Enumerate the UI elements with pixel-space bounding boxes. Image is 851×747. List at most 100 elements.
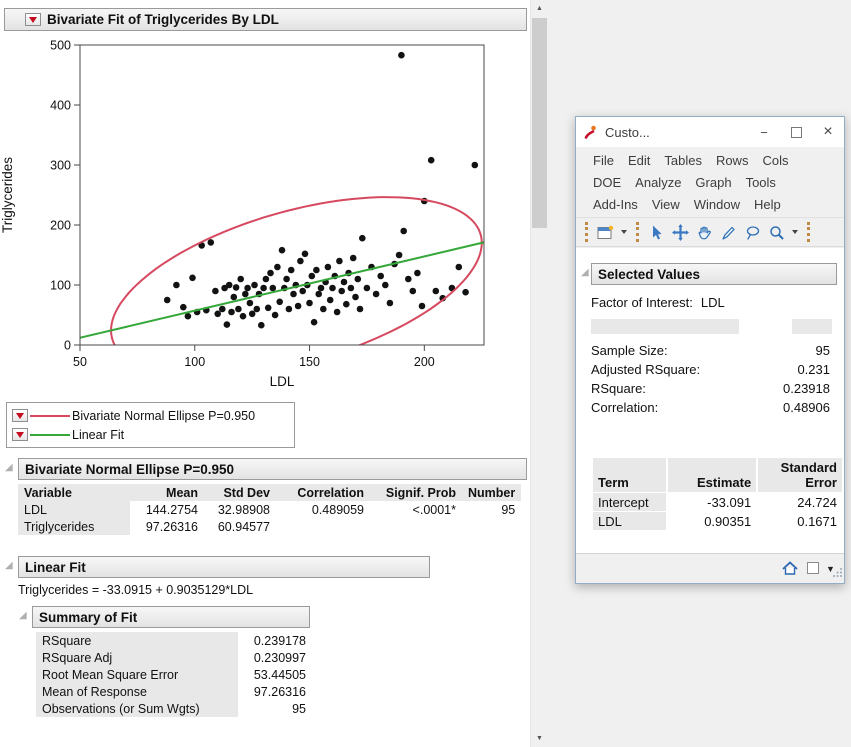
data-point[interactable] [433, 288, 440, 295]
data-point[interactable] [325, 264, 332, 271]
data-point[interactable] [318, 285, 325, 292]
window-title-bar[interactable]: Custo... − × [576, 117, 844, 147]
data-point[interactable] [336, 258, 343, 265]
data-point[interactable] [164, 297, 171, 304]
data-point[interactable] [350, 255, 357, 262]
grabber-hand-tool-icon[interactable] [694, 222, 714, 242]
data-point[interactable] [265, 305, 272, 312]
data-point[interactable] [244, 285, 251, 292]
toolbar-grip[interactable] [807, 222, 810, 242]
disclosure-triangle-icon[interactable]: ◢ [19, 611, 27, 621]
menu-window[interactable]: Window [687, 197, 747, 212]
new-window-icon[interactable] [595, 222, 615, 242]
data-point[interactable] [251, 282, 258, 289]
data-point[interactable] [290, 291, 297, 298]
data-point[interactable] [377, 273, 384, 280]
data-point[interactable] [219, 306, 226, 313]
home-icon[interactable] [782, 560, 798, 581]
data-point[interactable] [249, 311, 256, 318]
menu-cols[interactable]: Cols [755, 153, 795, 168]
data-point[interactable] [231, 294, 238, 301]
resize-grip-icon[interactable] [833, 564, 843, 582]
data-point[interactable] [334, 309, 341, 316]
data-point[interactable] [237, 276, 244, 283]
data-point[interactable] [258, 322, 265, 329]
lasso-tool-icon[interactable] [742, 222, 762, 242]
data-point[interactable] [267, 270, 274, 277]
data-point[interactable] [472, 162, 479, 169]
data-point[interactable] [288, 267, 295, 274]
move-tool-icon[interactable] [670, 222, 690, 242]
data-point[interactable] [247, 300, 254, 307]
data-point[interactable] [313, 267, 320, 274]
data-point[interactable] [414, 270, 421, 277]
data-point[interactable] [295, 303, 302, 310]
scroll-thumb[interactable] [532, 18, 547, 228]
data-point[interactable] [357, 306, 364, 313]
data-point[interactable] [320, 306, 327, 313]
menu-help[interactable]: Help [747, 197, 788, 212]
selected-values-bar[interactable]: Selected Values [591, 263, 837, 285]
data-point[interactable] [286, 306, 293, 313]
data-point[interactable] [224, 321, 231, 328]
data-point[interactable] [299, 288, 306, 295]
data-point[interactable] [272, 312, 279, 319]
data-point[interactable] [348, 285, 355, 292]
scroll-up-button[interactable]: ▲ [531, 0, 548, 17]
report-title-bar[interactable]: Bivariate Fit of Triglycerides By LDL [4, 8, 527, 31]
red-triangle-menu-button[interactable] [12, 428, 28, 441]
data-point[interactable] [180, 304, 187, 311]
data-point[interactable] [226, 282, 233, 289]
data-point[interactable] [364, 285, 371, 292]
data-point[interactable] [400, 228, 407, 235]
brush-tool-icon[interactable] [718, 222, 738, 242]
data-point[interactable] [214, 311, 221, 318]
toolbar-grip[interactable] [585, 222, 588, 242]
chevron-down-icon[interactable] [792, 230, 798, 234]
column-list-box-2[interactable] [792, 319, 832, 334]
data-point[interactable] [355, 276, 362, 283]
data-point[interactable] [309, 273, 316, 280]
menu-file[interactable]: File [586, 153, 621, 168]
data-point[interactable] [306, 300, 313, 307]
data-point[interactable] [283, 276, 290, 283]
vertical-scrollbar[interactable]: ▲ ▼ [530, 0, 547, 747]
data-point[interactable] [185, 313, 192, 320]
close-button[interactable]: × [812, 117, 844, 147]
menu-graph[interactable]: Graph [688, 175, 738, 190]
linear-fit-section-bar[interactable]: Linear Fit [18, 556, 430, 578]
column-list-box-1[interactable] [591, 319, 739, 334]
data-point[interactable] [352, 294, 359, 301]
data-point[interactable] [428, 157, 435, 164]
disclosure-triangle-icon[interactable]: ◢ [581, 268, 589, 278]
data-point[interactable] [343, 301, 350, 308]
menu-addins[interactable]: Add-Ins [586, 197, 645, 212]
ellipse-section-bar[interactable]: Bivariate Normal Ellipse P=0.950 [18, 458, 527, 480]
data-point[interactable] [242, 291, 249, 298]
scatter-plot-svg[interactable]: 010020030040050050100150200LDLTriglyceri… [0, 30, 520, 392]
disclosure-triangle-icon[interactable]: ◢ [5, 561, 13, 571]
data-point[interactable] [329, 285, 336, 292]
data-point[interactable] [419, 303, 426, 310]
summary-of-fit-bar[interactable]: Summary of Fit [32, 606, 310, 628]
data-point[interactable] [311, 319, 318, 326]
data-point[interactable] [341, 279, 348, 286]
data-point[interactable] [396, 252, 403, 259]
data-point[interactable] [462, 289, 469, 296]
data-point[interactable] [235, 306, 242, 313]
data-point[interactable] [173, 282, 180, 289]
data-point[interactable] [276, 299, 283, 306]
data-point[interactable] [270, 285, 277, 292]
data-point[interactable] [373, 291, 380, 298]
data-point[interactable] [398, 52, 405, 59]
data-point[interactable] [263, 276, 270, 283]
data-point[interactable] [302, 251, 309, 258]
menu-tools[interactable]: Tools [739, 175, 783, 190]
data-point[interactable] [297, 258, 304, 265]
data-point[interactable] [405, 276, 412, 283]
minimize-button[interactable]: − [748, 117, 780, 147]
scroll-down-button[interactable]: ▼ [531, 730, 548, 747]
toolbar-grip[interactable] [636, 222, 639, 242]
checkbox[interactable] [807, 562, 819, 574]
data-point[interactable] [208, 239, 215, 246]
